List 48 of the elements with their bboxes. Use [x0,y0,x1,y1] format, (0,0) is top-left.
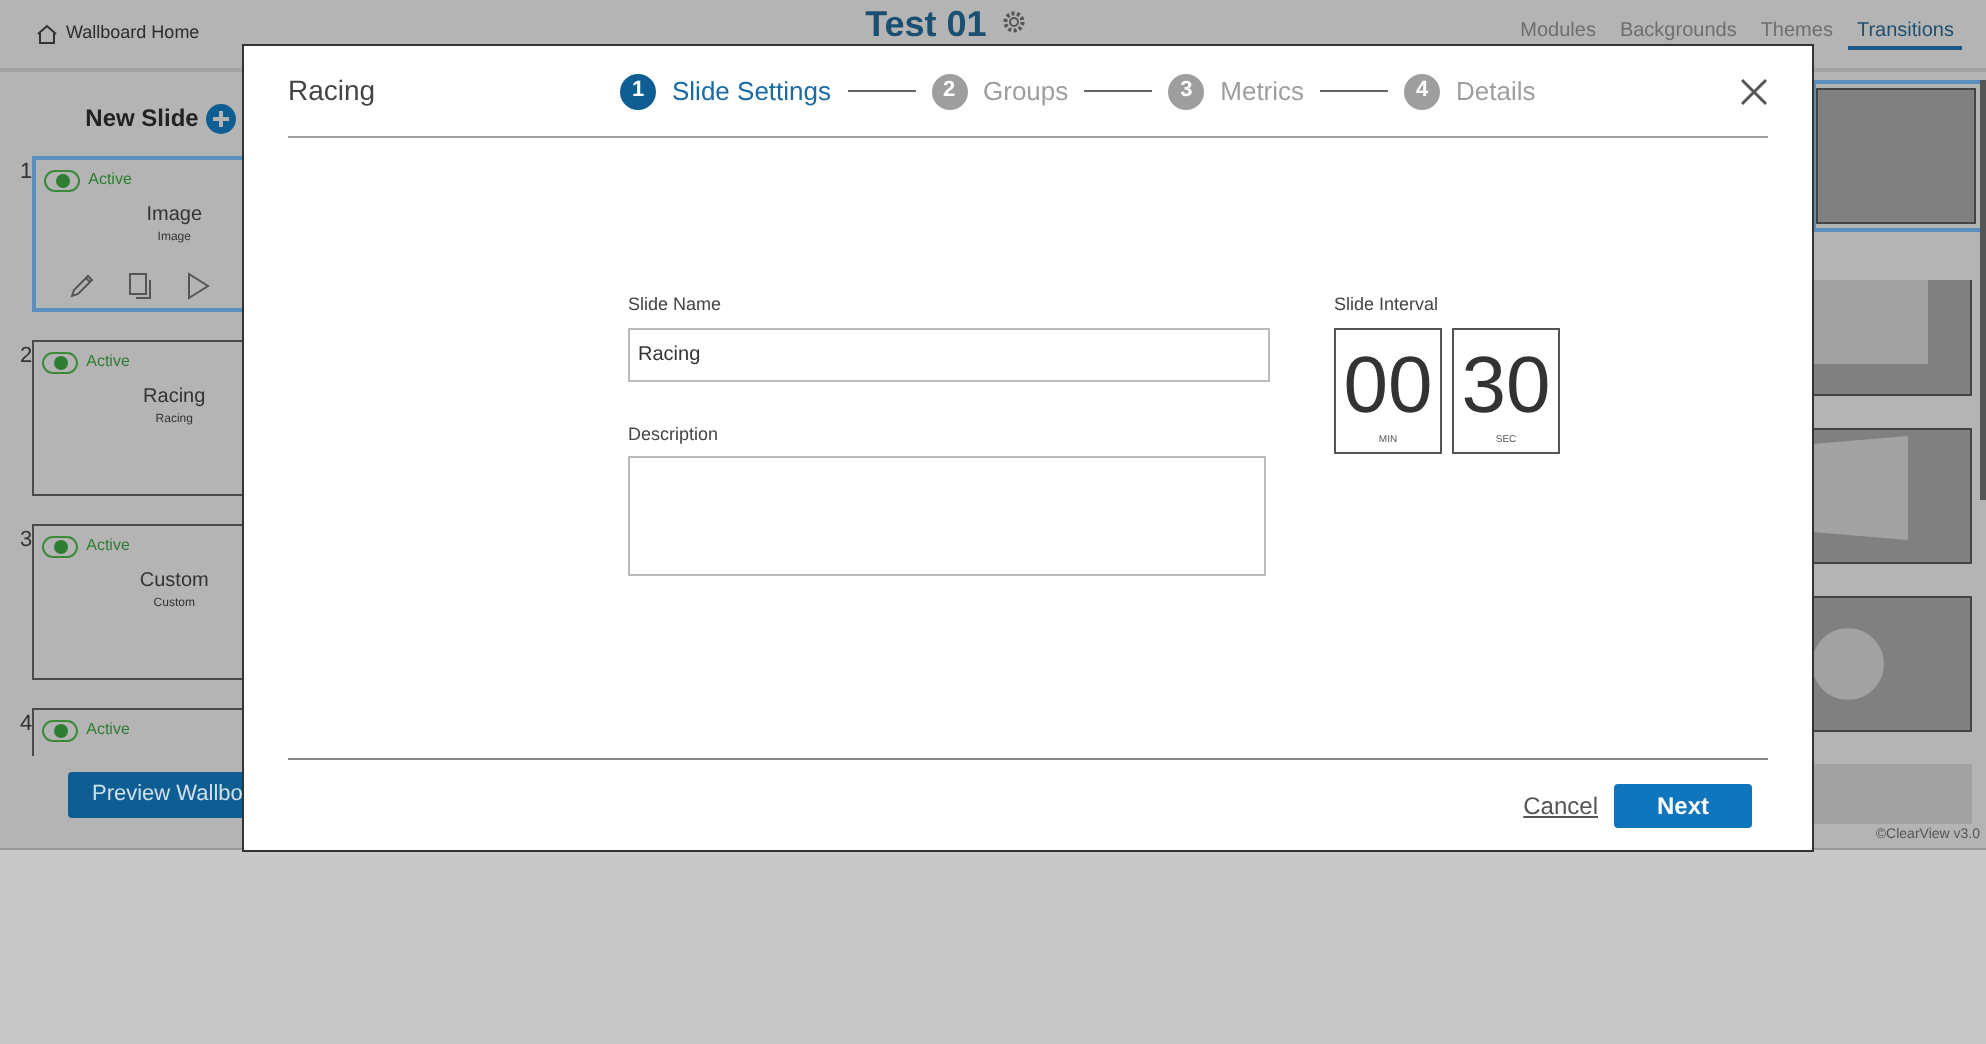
status-text: Active [86,718,130,742]
step-label[interactable]: Details [1456,71,1536,111]
copy-icon[interactable] [128,272,155,300]
description-field[interactable] [628,456,1266,576]
slide-title: Custom [137,568,211,596]
step-number: 2 [931,73,967,109]
field-label: Slide Interval [1334,292,1441,318]
wallboard-title: Test 01 [865,1,987,47]
edit-icon[interactable] [68,272,97,300]
toggle-switch[interactable] [42,351,79,373]
slide-number: 4 [18,710,33,740]
close-icon[interactable] [1740,77,1768,105]
transition-thumbnail[interactable] [1812,596,1972,732]
new-slide-label: New Slide [85,102,199,136]
add-icon[interactable] [206,103,237,133]
toggle-switch[interactable] [42,719,79,741]
transition-thumbnail[interactable] [1816,88,1976,224]
step-number: 3 [1168,73,1205,109]
step-label[interactable]: Metrics [1220,71,1305,111]
status-text: Active [86,534,130,558]
step-number: 4 [1404,73,1441,109]
transition-thumbnail[interactable] [1812,764,1972,824]
slide-title: Image [144,202,205,230]
slide-number: 2 [18,342,33,372]
preview-button[interactable]: Preview Wallbo [68,772,242,817]
settings-icon[interactable] [1002,10,1027,34]
home-link[interactable]: Wallboard Home [36,20,200,48]
slide-name-field[interactable]: Racing [628,327,1270,381]
slide-number: 1 [18,158,33,188]
field-label: Slide Name [628,292,724,318]
slide-title: Racing [141,384,208,412]
transition-thumbnail[interactable] [1812,260,1972,396]
toggle-switch[interactable] [44,169,81,191]
next-button[interactable]: Next [1614,783,1752,827]
play-icon[interactable] [186,272,211,300]
field-label: Description [628,421,721,448]
step-label[interactable]: Slide Settings [672,71,831,111]
status-text: Active [86,350,130,374]
tab[interactable]: Transitions [1848,19,1962,49]
cancel-link[interactable]: Cancel [1523,787,1598,823]
toggle-switch[interactable] [42,535,79,557]
step-label[interactable]: Groups [983,71,1069,111]
step-number: 1 [620,73,656,109]
home-icon [36,24,58,44]
transition-thumbnail[interactable] [1812,428,1972,564]
status-text: Active [88,168,132,192]
slide-number: 3 [18,526,33,556]
dialog-title: Racing [288,72,378,110]
